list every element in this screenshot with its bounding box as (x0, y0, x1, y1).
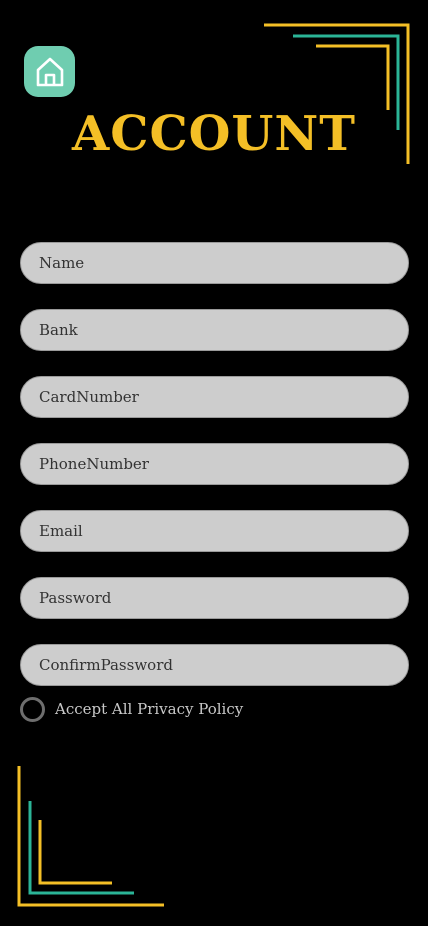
account-screen: ACCOUNT Accept All Privacy Policy (0, 0, 428, 926)
phone-number-field[interactable] (20, 443, 409, 485)
page-title: ACCOUNT (72, 106, 356, 162)
corner-line-middle (28, 801, 134, 895)
confirm-password-field[interactable] (20, 644, 409, 686)
account-form (20, 242, 409, 711)
corner-line-inner (38, 820, 112, 885)
home-icon (36, 57, 63, 86)
home-button[interactable] (24, 46, 75, 97)
password-field[interactable] (20, 577, 409, 619)
privacy-policy-label: Accept All Privacy Policy (55, 700, 244, 718)
email-field[interactable] (20, 510, 409, 552)
name-field[interactable] (20, 242, 409, 284)
corner-line-inner (316, 44, 390, 110)
card-number-field[interactable] (20, 376, 409, 418)
bank-field[interactable] (20, 309, 409, 351)
corner-decoration-bottom (17, 766, 164, 907)
privacy-policy-option[interactable]: Accept All Privacy Policy (20, 696, 243, 722)
privacy-policy-radio[interactable] (20, 696, 45, 722)
